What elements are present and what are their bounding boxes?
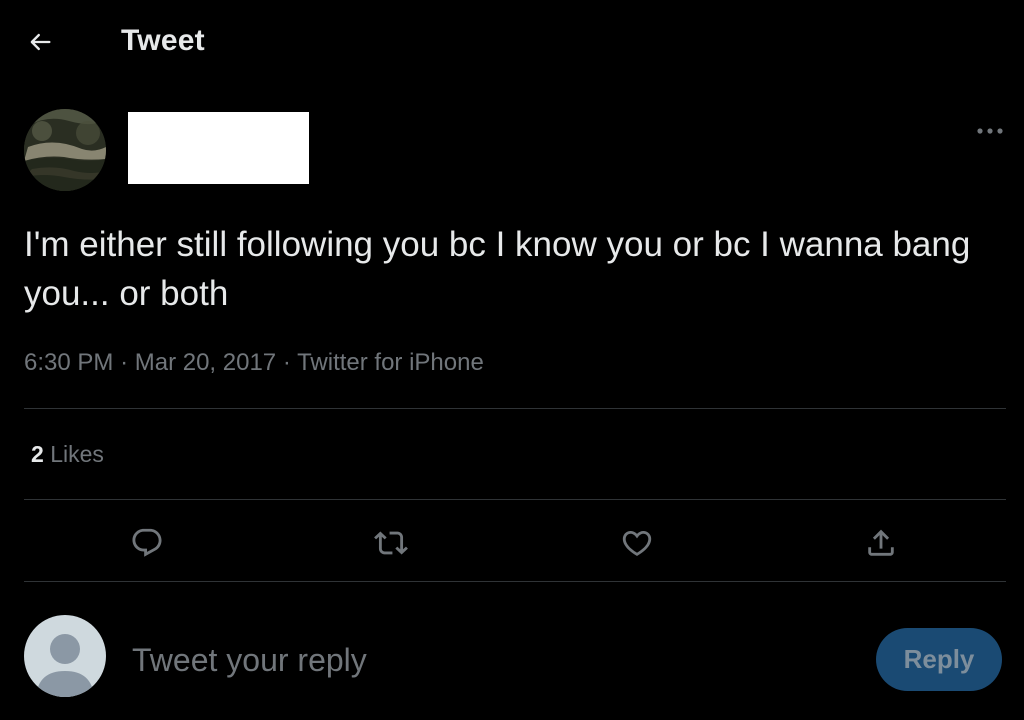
divider (24, 499, 1006, 500)
arrow-left-icon (30, 33, 51, 51)
reply-input[interactable] (128, 632, 836, 688)
divider (24, 408, 1006, 409)
retweet-button[interactable] (368, 520, 414, 566)
default-avatar-icon (36, 634, 94, 697)
heart-icon (622, 530, 652, 556)
tweet-text: I'm either still following you bc I know… (24, 225, 971, 313)
tweet-source[interactable]: Twitter for iPhone (297, 349, 484, 376)
more-horizontal-icon (977, 128, 1003, 134)
author-avatar[interactable] (24, 109, 106, 191)
likes-count: 2 (31, 441, 44, 467)
meta-separator: · (282, 349, 291, 376)
user-avatar (24, 615, 106, 697)
author-name-redacted[interactable] (128, 112, 309, 184)
tweet-meta: 6:30 PM · Mar 20, 2017 · Twitter for iPh… (24, 349, 484, 377)
tweet-time[interactable]: 6:30 PM (24, 349, 113, 376)
meta-separator: · (120, 349, 129, 376)
divider (24, 581, 1006, 582)
top-bar: Tweet (0, 0, 1024, 86)
reply-button[interactable] (124, 520, 170, 566)
page-title: Tweet (121, 24, 205, 57)
reply-icon (132, 528, 162, 557)
share-icon (868, 529, 894, 556)
tweet-date[interactable]: Mar 20, 2017 (135, 349, 276, 376)
retweet-icon (374, 531, 408, 555)
reply-submit-button[interactable]: Reply (876, 628, 1002, 691)
like-button[interactable] (614, 520, 660, 566)
likes-stat[interactable]: 2 Likes (31, 441, 104, 468)
profile-photo (24, 109, 106, 191)
likes-label: Likes (50, 441, 104, 467)
share-button[interactable] (858, 520, 904, 566)
more-options-button[interactable] (972, 116, 1008, 146)
back-button[interactable] (20, 22, 60, 62)
